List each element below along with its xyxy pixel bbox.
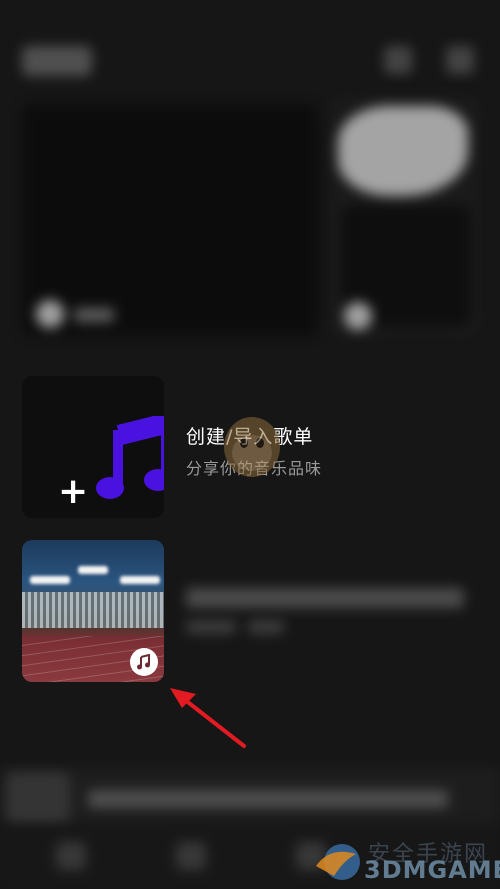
playlist-cover[interactable]	[22, 540, 164, 682]
featured-image	[338, 106, 468, 196]
featured-caption	[74, 308, 114, 322]
mini-player-cover[interactable]	[6, 772, 70, 824]
playlist-meta	[248, 620, 284, 634]
avatar	[344, 302, 372, 330]
stadium-light	[78, 566, 108, 574]
nav-discover-icon[interactable]	[176, 842, 206, 870]
mascot-icon	[224, 417, 280, 477]
playlist-meta	[186, 620, 236, 634]
mini-player[interactable]	[0, 768, 500, 826]
plus-icon: +	[58, 471, 89, 512]
nav-home-icon[interactable]	[56, 842, 86, 870]
playlist-title	[186, 588, 464, 608]
watermark-brand: 3DMGAME	[364, 856, 500, 884]
featured-card-right[interactable]	[330, 96, 480, 336]
featured-card-left[interactable]	[22, 104, 318, 336]
music-badge-icon	[130, 648, 158, 676]
page-title	[22, 46, 92, 76]
stadium-stands	[22, 592, 164, 628]
watermark: 安全手游网 3DMGAME	[310, 836, 500, 886]
header-action-icon[interactable]	[384, 46, 412, 74]
header	[0, 0, 500, 100]
mini-player-track	[88, 790, 448, 808]
watermark-logo-icon	[316, 844, 360, 880]
playlist-row[interactable]	[0, 540, 500, 682]
annotation-arrow	[170, 688, 246, 748]
create-playlist-thumbnail[interactable]: +	[22, 376, 164, 518]
avatar	[36, 300, 64, 328]
stadium-light	[120, 576, 160, 584]
header-more-icon[interactable]	[446, 46, 474, 74]
stadium-light	[30, 576, 70, 584]
music-note-icon	[96, 416, 164, 499]
